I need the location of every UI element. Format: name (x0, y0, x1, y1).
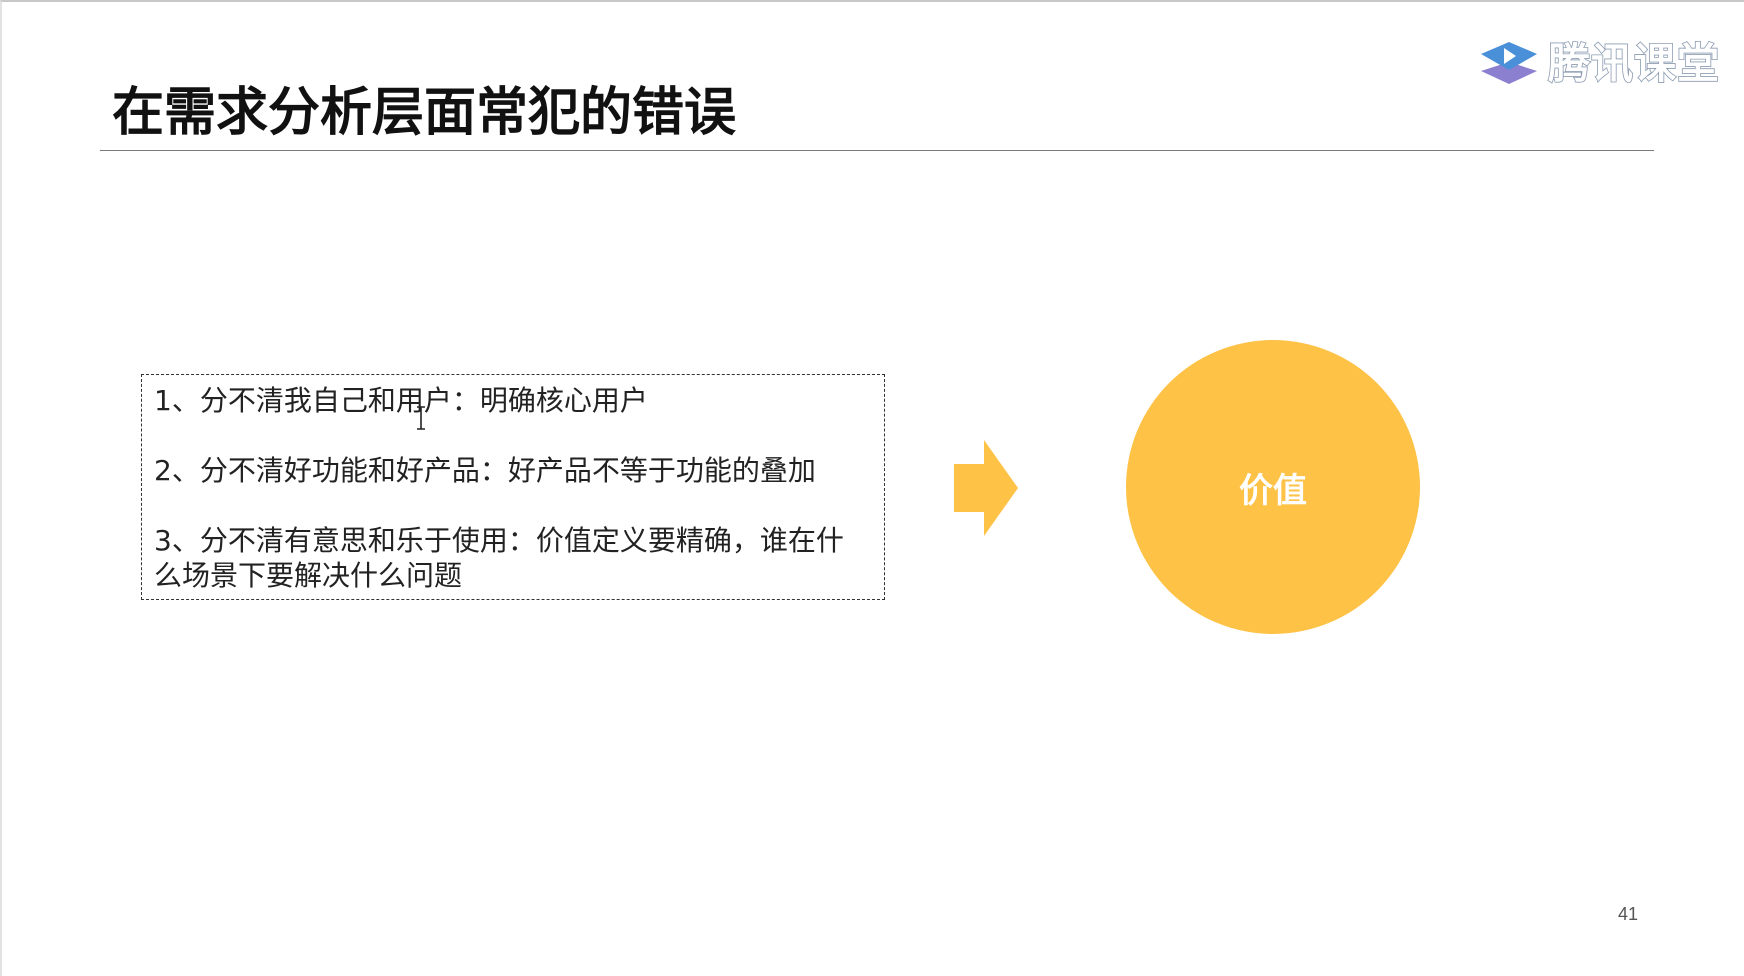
point-item: 3、分不清有意思和乐于使用：价值定义要精确，谁在什么场景下要解决什么问题 (154, 524, 844, 592)
tencent-classroom-icon (1481, 42, 1537, 84)
points-box: 1、分不清我自己和用户：明确核心用户 2、分不清好功能和好产品：好产品不等于功能… (141, 374, 885, 600)
brand-logo-text: 腾讯课堂 (1547, 39, 1721, 88)
point-item: 2、分不清好功能和好产品：好产品不等于功能的叠加 (154, 454, 816, 487)
slide-title: 在需求分析层面常犯的错误 (112, 83, 737, 143)
right-arrow-icon (954, 440, 1018, 536)
slide: 腾讯课堂 在需求分析层面常犯的错误 1、分不清我自己和用户：明确核心用户 2、分… (0, 0, 1744, 976)
point-item: 1、分不清我自己和用户：明确核心用户 (154, 384, 648, 417)
title-divider (100, 150, 1654, 151)
text-cursor-icon (417, 406, 425, 430)
page-number: 41 (1618, 904, 1639, 924)
value-circle-label: 价值 (1239, 470, 1307, 511)
value-circle: 价值 (1126, 340, 1420, 634)
brand-logo: 腾讯课堂 (1480, 34, 1720, 94)
